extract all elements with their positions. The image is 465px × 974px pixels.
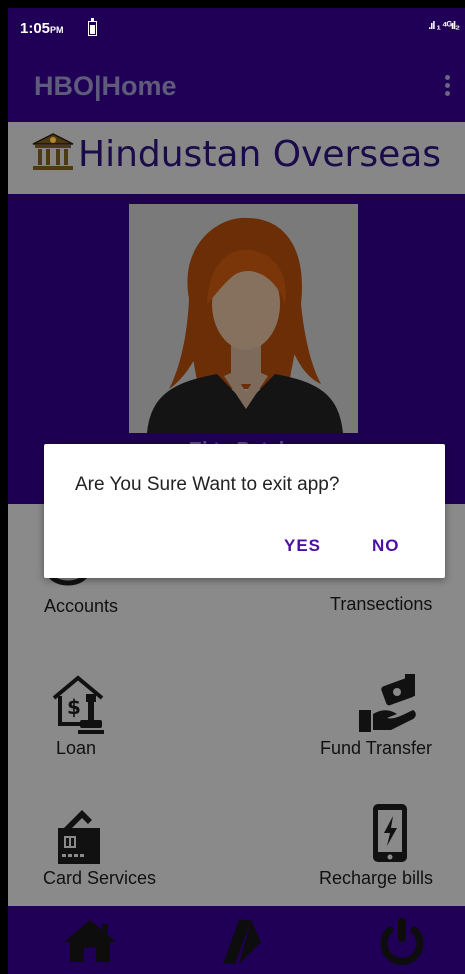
home-icon <box>64 920 116 962</box>
battery-icon <box>88 18 97 36</box>
status-bar: 1:05PM .ıl ₁ ⁴ᴳıl₂ <box>8 8 465 50</box>
accounts-label: Accounts <box>44 596 119 616</box>
fund-transfer-tile[interactable]: Fund Transfer <box>245 654 465 774</box>
brand-name: Hindustan Overseas <box>78 134 442 175</box>
dialog-message: Are You Sure Want to exit app? <box>75 474 340 495</box>
profile-avatar <box>129 204 358 433</box>
forward-button[interactable] <box>213 916 273 966</box>
fund-transfer-icon <box>359 674 416 732</box>
home-button[interactable] <box>60 916 120 966</box>
app-title: HBO|Home <box>34 71 177 101</box>
bottom-navigation <box>8 906 465 974</box>
more-vert-icon[interactable] <box>443 75 451 99</box>
loan-label: Loan <box>56 738 97 758</box>
svg-text:$: $ <box>67 695 81 719</box>
card-services-tile[interactable]: Card Services <box>8 794 228 904</box>
app-screen: 1:05PM .ıl ₁ ⁴ᴳıl₂ HBO|Home Hindustan Ov… <box>8 8 465 974</box>
signal-icon: .ıl ₁ ⁴ᴳıl₂ <box>428 20 460 32</box>
exit-dialog: Are You Sure Want to exit app? YES NO <box>44 444 445 578</box>
forward-icon <box>223 920 261 964</box>
loan-icon: $ <box>52 675 104 734</box>
card-services-label: Card Services <box>43 868 157 888</box>
transactions-label: Transections <box>330 594 433 614</box>
recharge-bills-tile[interactable]: Recharge bills <box>245 794 465 904</box>
power-button[interactable] <box>372 916 432 966</box>
card-services-icon <box>58 810 100 864</box>
fund-transfer-label: Fund Transfer <box>320 738 433 758</box>
yes-button[interactable]: YES <box>284 536 321 556</box>
recharge-bills-icon <box>373 804 407 862</box>
no-button[interactable]: NO <box>372 536 400 556</box>
power-icon <box>380 918 424 965</box>
brand-header: Hindustan Overseas <box>8 122 465 194</box>
bank-icon <box>32 133 74 170</box>
status-time: 1:05PM <box>20 20 64 37</box>
recharge-bills-label: Recharge bills <box>319 868 434 888</box>
loan-tile[interactable]: $ Loan <box>8 654 228 774</box>
app-bar: HBO|Home <box>8 50 465 122</box>
